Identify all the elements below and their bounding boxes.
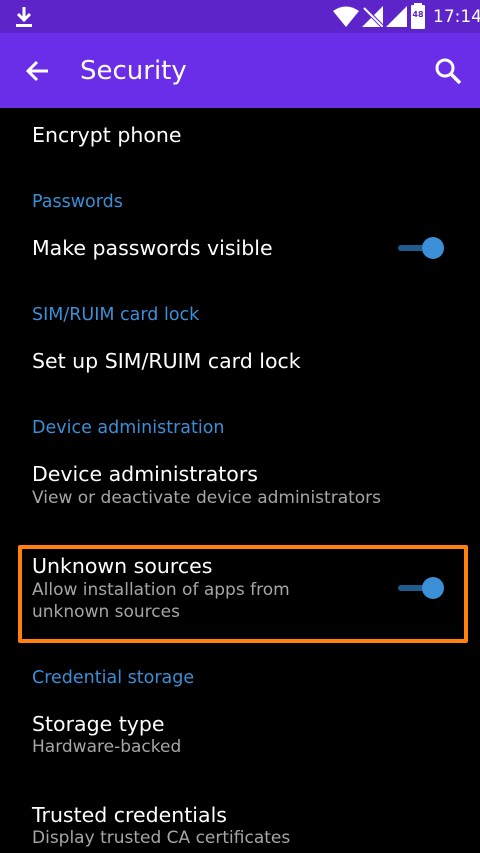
download-icon [16,7,32,27]
storage-type-subtitle: Hardware-backed [32,737,182,757]
app-bar: Security [0,33,480,108]
credential-storage-header: Credential storage [32,668,195,688]
sim-lock-header: SIM/RUIM card lock [32,305,200,325]
highlight-box [18,545,468,643]
clock: 17:14 [433,7,480,27]
device-administrators-item[interactable]: Device administrators View or deactivate… [0,452,480,518]
search-icon[interactable] [434,57,462,85]
wifi-icon [333,6,359,27]
status-bar: 48 17:14 [0,0,480,33]
trusted-credentials-subtitle: Display trusted CA certificates [32,828,291,848]
sim-lock-title: Set up SIM/RUIM card lock [32,349,301,373]
encrypt-phone-title: Encrypt phone [32,123,182,147]
toggle-thumb [422,237,444,259]
arrow-back-icon[interactable] [24,58,50,84]
battery-icon: 48 [411,3,425,29]
device-administrators-title: Device administrators [32,462,258,486]
storage-type-title: Storage type [32,712,165,736]
make-passwords-visible-toggle[interactable] [396,233,448,263]
encrypt-phone-item[interactable]: Encrypt phone [0,108,480,172]
signal-icon [386,6,407,27]
passwords-header: Passwords [32,192,123,212]
make-passwords-visible-title: Make passwords visible [32,236,273,260]
make-passwords-visible-item[interactable]: Make passwords visible [0,222,480,274]
battery-level: 48 [412,10,424,19]
device-admin-header: Device administration [32,418,225,438]
page-title: Security [80,56,187,86]
trusted-credentials-item[interactable]: Trusted credentials Display trusted CA c… [0,795,480,853]
trusted-credentials-title: Trusted credentials [32,803,227,827]
no-sim-signal-icon [362,6,384,28]
storage-type-item[interactable]: Storage type Hardware-backed [0,703,480,769]
device-administrators-subtitle: View or deactivate device administrators [32,488,382,508]
sim-lock-item[interactable]: Set up SIM/RUIM card lock [0,336,480,388]
